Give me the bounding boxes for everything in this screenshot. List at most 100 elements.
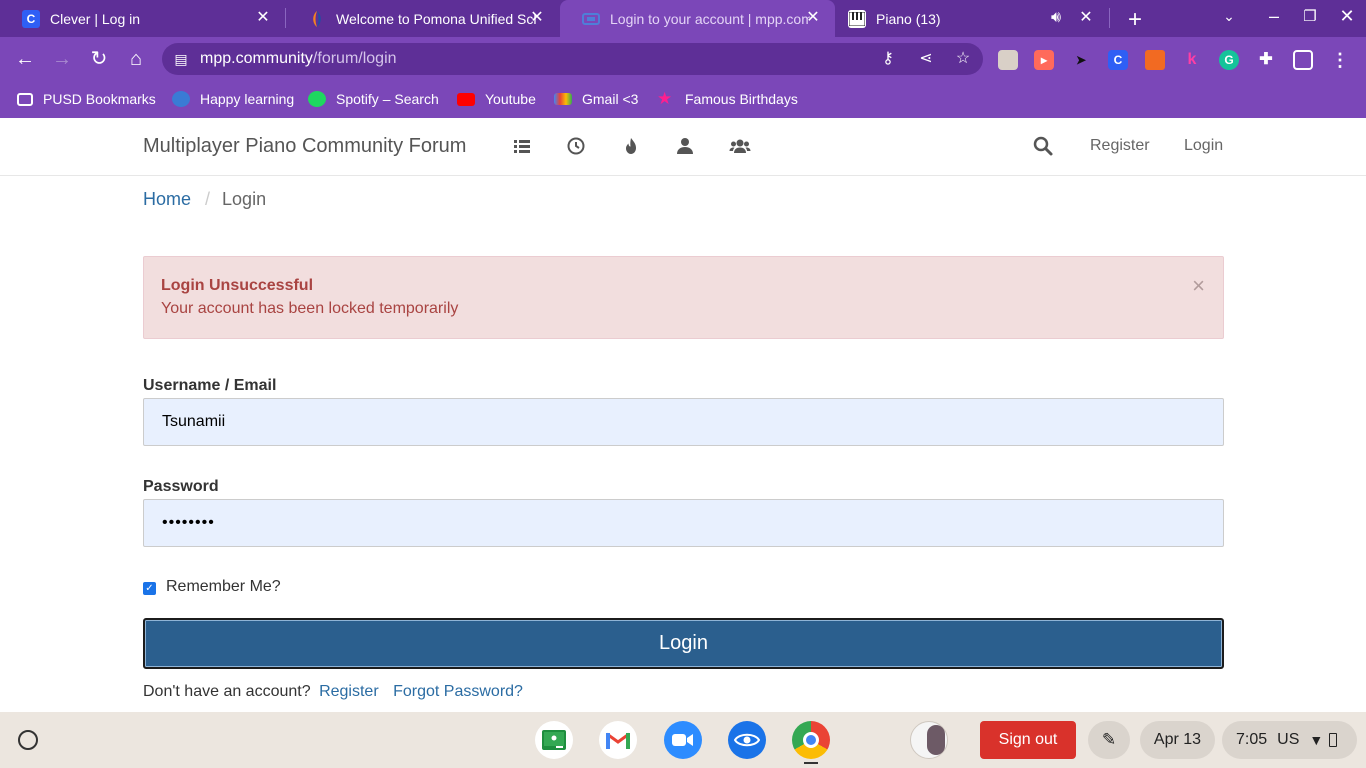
- browser-toolbar: ← → ↻ ⌂ ▤ mpp.community/forum/login ⚷ ⋖ …: [0, 37, 1366, 81]
- alert-message: Your account has been locked temporarily: [161, 300, 459, 317]
- search-icon[interactable]: [1032, 135, 1054, 157]
- forgot-password-link[interactable]: Forgot Password?: [393, 683, 523, 700]
- bookmark-pusd[interactable]: PUSD Bookmarks: [17, 89, 156, 109]
- forward-icon[interactable]: →: [50, 47, 74, 71]
- gmail-icon: [554, 93, 572, 105]
- signout-button[interactable]: Sign out: [980, 721, 1076, 759]
- status-area[interactable]: 7:05 US ▼: [1222, 721, 1357, 759]
- youtube-icon: [457, 92, 475, 106]
- close-tab-icon[interactable]: ✕: [805, 10, 821, 26]
- breadcrumb: Home / Login: [143, 189, 266, 210]
- restore-icon[interactable]: ❐: [1300, 7, 1320, 25]
- bookmark-star-icon[interactable]: ☆: [952, 48, 974, 70]
- tab-title: Clever | Log in: [50, 10, 141, 27]
- user-avatar[interactable]: [910, 721, 948, 759]
- kami-ext-icon[interactable]: k: [1182, 50, 1202, 70]
- cursor-ext-icon[interactable]: ➤: [1071, 50, 1091, 70]
- bookmark-spotify[interactable]: Spotify – Search: [308, 89, 439, 109]
- home-icon[interactable]: ⌂: [124, 47, 148, 71]
- password-label: Password: [143, 478, 219, 495]
- screencast-ext-icon[interactable]: ▸: [1034, 50, 1054, 70]
- bookmark-gmail[interactable]: Gmail <3: [554, 89, 638, 109]
- bookmark-happy-learning[interactable]: Happy learning: [172, 89, 294, 109]
- register-account-link[interactable]: Register: [319, 683, 379, 700]
- register-link[interactable]: Register: [1090, 137, 1150, 155]
- login-button[interactable]: Login: [143, 618, 1224, 669]
- close-tab-icon[interactable]: ✕: [255, 10, 271, 26]
- happy-learning-icon: [172, 91, 190, 107]
- remember-me[interactable]: ✓ Remember Me?: [143, 578, 281, 596]
- side-panel-icon[interactable]: [1293, 50, 1313, 70]
- pen-icon: ✎: [1101, 730, 1117, 749]
- chromecast-ext-icon[interactable]: [998, 50, 1018, 70]
- minimize-icon[interactable]: –: [1264, 6, 1284, 27]
- clever-c-icon: C: [22, 9, 40, 28]
- new-tab-icon[interactable]: +: [1122, 6, 1148, 34]
- breadcrumb-separator: /: [205, 189, 211, 209]
- fire-icon[interactable]: [620, 135, 642, 157]
- close-tab-icon[interactable]: ✕: [529, 10, 545, 26]
- tab-search-icon[interactable]: ⌄: [1218, 8, 1240, 25]
- breadcrumb-home[interactable]: Home: [143, 189, 191, 209]
- extensions-puzzle-icon[interactable]: ✚: [1256, 50, 1276, 70]
- remember-label: Remember Me?: [166, 578, 281, 595]
- username-input[interactable]: [143, 398, 1224, 446]
- zoom-icon[interactable]: [664, 721, 702, 759]
- active-app-indicator: [804, 762, 818, 764]
- bookmark-youtube[interactable]: Youtube: [457, 89, 536, 109]
- menu-kebab-icon[interactable]: ⋮: [1330, 50, 1350, 70]
- remember-checkbox[interactable]: ✓: [143, 582, 156, 595]
- key-icon[interactable]: ⚷: [877, 48, 899, 70]
- date-pill[interactable]: Apr 13: [1140, 721, 1215, 759]
- alert-heading: Login Unsuccessful: [161, 277, 314, 294]
- share-icon[interactable]: ⋖: [915, 48, 937, 70]
- url-text[interactable]: mpp.community/forum/login: [200, 50, 397, 68]
- address-bar[interactable]: ▤ mpp.community/forum/login ⚷ ⋖ ☆: [162, 43, 983, 75]
- clock-time: 7:05: [1236, 731, 1268, 748]
- close-tab-icon[interactable]: ✕: [1078, 10, 1094, 26]
- notes-ext-icon[interactable]: [1145, 50, 1165, 70]
- password-input[interactable]: [143, 499, 1224, 547]
- tab-separator: [1109, 8, 1110, 28]
- wifi-icon: ▼: [1309, 732, 1324, 748]
- bookmark-label: PUSD Bookmarks: [43, 91, 156, 107]
- input-locale: US: [1277, 731, 1300, 748]
- grammarly-ext-icon[interactable]: G: [1219, 50, 1239, 70]
- list-icon[interactable]: [511, 135, 533, 157]
- tab-piano[interactable]: Piano (13) 🔊︎ ✕: [836, 0, 1108, 37]
- google-classroom-icon[interactable]: [535, 721, 573, 759]
- tab-mpp-login[interactable]: Login to your account | mpp.com ✕: [560, 0, 835, 37]
- back-icon[interactable]: ←: [13, 47, 37, 71]
- eye-app-icon[interactable]: [728, 721, 766, 759]
- close-alert-icon[interactable]: ×: [1192, 275, 1205, 297]
- bookmark-label: Spotify – Search: [336, 91, 439, 107]
- chrome-icon[interactable]: [792, 721, 830, 759]
- reload-icon[interactable]: ↻: [87, 47, 111, 71]
- tab-pomona[interactable]: Welcome to Pomona Unified Sch ✕: [286, 0, 559, 37]
- tab-title: Welcome to Pomona Unified Sch: [336, 10, 536, 27]
- tab-strip: C Clever | Log in ✕ Welcome to Pomona Un…: [0, 0, 1366, 37]
- no-account-text: Don't have an account?: [143, 683, 311, 700]
- folder-icon: [17, 92, 33, 106]
- launcher-icon[interactable]: [18, 730, 38, 750]
- clever-ext-icon[interactable]: C: [1108, 50, 1128, 70]
- tab-clever[interactable]: C Clever | Log in ✕: [0, 0, 285, 37]
- bookmark-label: Gmail <3: [582, 91, 639, 107]
- tab-title: Piano (13): [876, 10, 941, 27]
- user-icon[interactable]: [674, 135, 696, 157]
- forum-brand[interactable]: Multiplayer Piano Community Forum: [143, 135, 466, 158]
- clock-icon[interactable]: [565, 135, 587, 157]
- close-window-icon[interactable]: ✕: [1337, 6, 1357, 27]
- stylus-tools-button[interactable]: ✎: [1088, 721, 1130, 759]
- tab-title: Login to your account | mpp.com: [610, 10, 810, 27]
- forum-navbar: Multiplayer Piano Community Forum Regist…: [0, 118, 1366, 176]
- bookmark-label: Famous Birthdays: [685, 91, 798, 107]
- audio-icon[interactable]: 🔊︎: [1048, 10, 1064, 26]
- site-info-icon[interactable]: ▤: [170, 48, 192, 70]
- breadcrumb-current: Login: [222, 189, 267, 209]
- bookmark-famous-birthdays[interactable]: ★ Famous Birthdays: [657, 89, 798, 109]
- gmail-icon[interactable]: [599, 721, 637, 759]
- users-icon[interactable]: [729, 135, 751, 157]
- battery-icon: [1329, 733, 1338, 747]
- login-link[interactable]: Login: [1184, 137, 1223, 155]
